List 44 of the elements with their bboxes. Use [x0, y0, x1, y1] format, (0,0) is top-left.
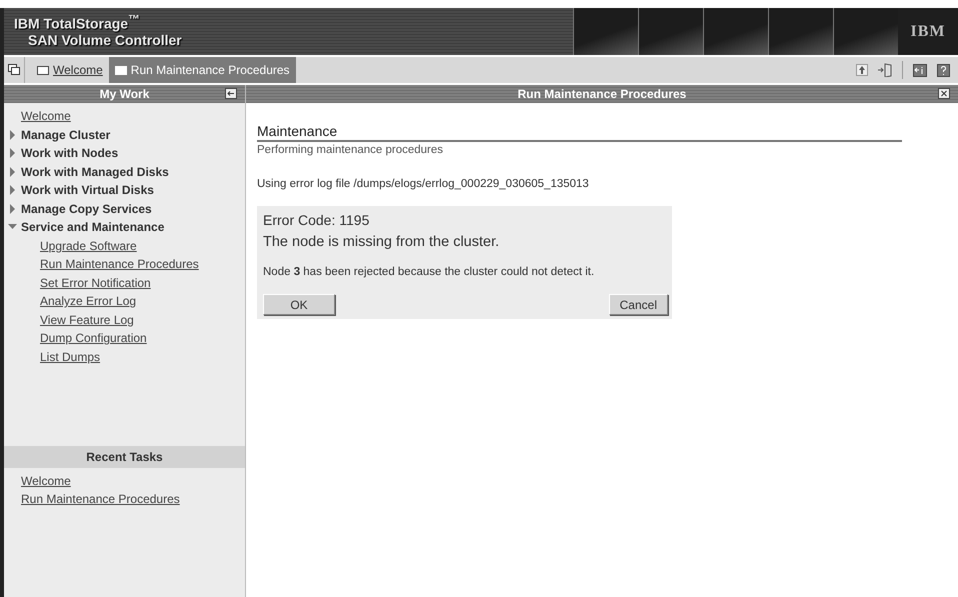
tab[interactable]: Run Maintenance Procedures	[108, 57, 296, 83]
recent-task-link[interactable]: Welcome	[21, 472, 245, 490]
collapse-icon[interactable]	[225, 88, 237, 99]
up-arrow-icon[interactable]	[856, 64, 868, 76]
error-code: Error Code: 1195	[263, 212, 370, 228]
nav-link[interactable]: Analyze Error Log	[40, 294, 136, 308]
nav-link[interactable]: List Dumps	[40, 350, 100, 364]
nav-group[interactable]: Work with Nodes	[21, 146, 118, 160]
section-subtitle: Performing maintenance procedures	[257, 144, 444, 156]
log-file-text: Using error log file /dumps/elogs/errlog_000229_030605_135013	[257, 178, 590, 190]
nav-link[interactable]: Run Maintenance Procedures	[40, 257, 199, 272]
nav-group[interactable]: Work with Managed Disks	[21, 164, 169, 179]
collapsed-triangle-icon[interactable]	[8, 204, 17, 214]
collapsed-triangle-icon[interactable]	[8, 166, 17, 177]
nav-link[interactable]: Set Error Notification	[40, 276, 151, 290]
nav-link[interactable]: Upgrade Software	[40, 238, 137, 253]
nav-group[interactable]: Work with Virtual Disks	[21, 183, 154, 198]
error-message: Node 3 has been rejected because the cluster could not detect it.	[263, 266, 596, 278]
nav-group[interactable]: Service and Maintenance	[21, 220, 164, 234]
windows-icon[interactable]	[8, 64, 20, 76]
close-icon[interactable]	[938, 88, 950, 99]
sidebar-title: My Work	[100, 87, 150, 101]
collapsed-triangle-icon[interactable]	[8, 130, 17, 140]
nav-group[interactable]: Manage Cluster	[21, 128, 110, 142]
collapsed-triangle-icon[interactable]	[8, 148, 17, 158]
help-icon[interactable]	[937, 64, 950, 76]
nav-link[interactable]: Welcome	[21, 109, 71, 124]
info-icon[interactable]	[913, 64, 927, 76]
panel-title: Run Maintenance Procedures	[518, 87, 686, 101]
nav-link[interactable]: Dump Configuration	[40, 331, 147, 346]
nav-link[interactable]: View Feature Log	[40, 312, 134, 327]
error-title: The node is missing from the cluster.	[263, 234, 500, 250]
collapsed-triangle-icon[interactable]	[8, 185, 17, 196]
door-icon[interactable]	[878, 63, 892, 77]
company-logo: IBM	[898, 8, 958, 55]
product-title: IBM TotalStorage$^{™}$	[14, 13, 141, 32]
recent-tasks-header: Recent Tasks	[4, 446, 245, 468]
ok-button[interactable]: OK	[263, 294, 335, 315]
cancel-button[interactable]: Cancel	[608, 294, 668, 315]
product-subtitle: SAN Volume Controller	[27, 32, 182, 48]
nav-group[interactable]: Manage Copy Services	[21, 202, 152, 216]
section-heading: Maintenance	[257, 123, 902, 142]
recent-task-link[interactable]: Run Maintenance Procedures	[21, 490, 245, 508]
tab[interactable]: Welcome	[31, 57, 109, 83]
